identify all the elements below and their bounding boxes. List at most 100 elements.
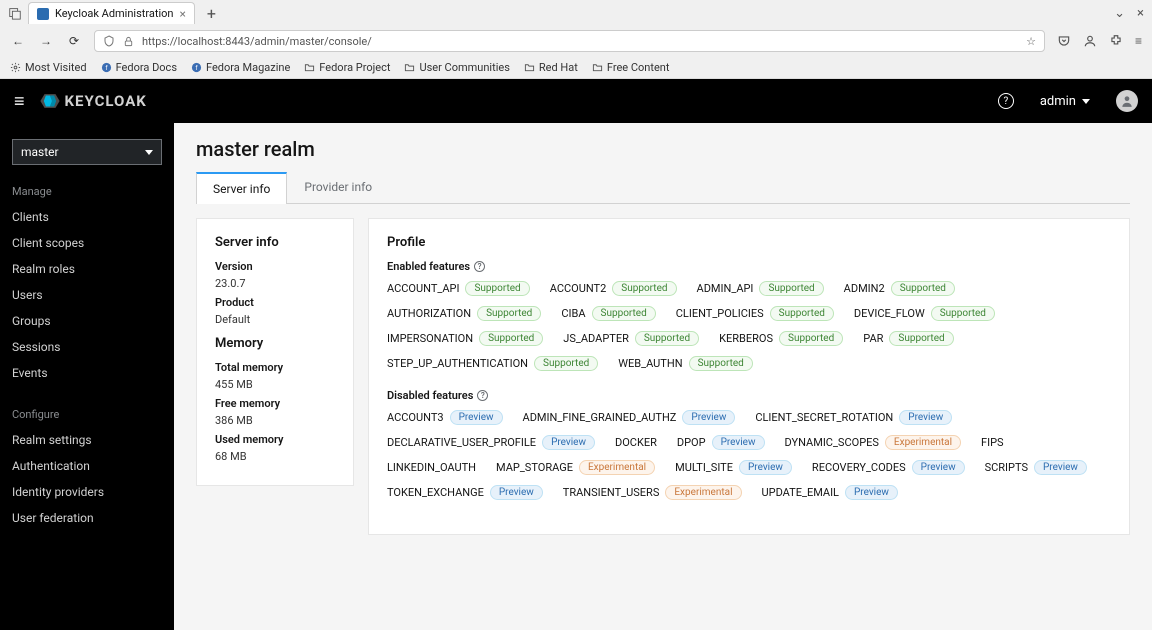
sidebar: master Manage ClientsClient scopesRealm … <box>0 123 174 630</box>
sidebar-toggle-button[interactable]: ≡ <box>14 91 25 112</box>
user-name: admin <box>1040 94 1076 109</box>
account-icon[interactable] <box>1083 34 1097 48</box>
feature-item: RECOVERY_CODESPreview <box>812 460 965 475</box>
brand-text: KEYCLOAK <box>65 92 147 110</box>
feature-item: DEVICE_FLOWSupported <box>854 306 995 321</box>
enabled-features-heading: Enabled features ? <box>387 260 1111 273</box>
free-memory-label: Free memory <box>215 397 335 410</box>
feature-name: CLIENT_SECRET_ROTATION <box>755 411 893 424</box>
bookmark-item[interactable]: Fedora Project <box>304 61 390 74</box>
feature-item: MAP_STORAGEExperimental <box>496 460 655 475</box>
feature-badge: Supported <box>465 281 529 296</box>
feature-badge: Supported <box>891 281 955 296</box>
main-content: master realm Server infoProvider info Se… <box>174 123 1152 630</box>
feature-name: FIPS <box>981 436 1004 449</box>
total-memory-label: Total memory <box>215 361 335 374</box>
sidebar-item-groups[interactable]: Groups <box>0 308 174 334</box>
sidebar-item-sessions[interactable]: Sessions <box>0 334 174 360</box>
bookmark-item[interactable]: User Communities <box>404 61 509 74</box>
bookmark-item[interactable]: fFedora Docs <box>101 61 177 74</box>
feature-item: PARSupported <box>863 331 953 346</box>
avatar[interactable] <box>1116 90 1138 112</box>
app-menu-icon[interactable]: ≡ <box>1135 34 1142 48</box>
help-button[interactable]: ? <box>998 93 1014 109</box>
feature-name: RECOVERY_CODES <box>812 461 906 474</box>
feature-badge: Supported <box>759 281 823 296</box>
chevron-down-icon <box>1082 99 1090 104</box>
bookmark-item[interactable]: Most Visited <box>10 61 87 74</box>
bookmark-item[interactable]: Red Hat <box>524 61 578 74</box>
tab-server-info[interactable]: Server info <box>196 172 287 204</box>
total-memory-value: 455 MB <box>215 378 335 391</box>
reload-button[interactable]: ⟳ <box>66 33 82 49</box>
feature-badge: Supported <box>770 306 834 321</box>
sidebar-item-events[interactable]: Events <box>0 360 174 386</box>
bookmark-item[interactable]: Free Content <box>592 61 670 74</box>
sidebar-heading-manage: Manage <box>0 179 174 204</box>
new-tab-button[interactable]: + <box>201 4 222 23</box>
feature-name: ADMIN_FINE_GRAINED_AUTHZ <box>523 411 677 424</box>
extensions-icon[interactable] <box>1109 34 1123 48</box>
feature-badge: Experimental <box>885 435 961 450</box>
sidebar-item-user-federation[interactable]: User federation <box>0 505 174 531</box>
browser-tab[interactable]: Keycloak Administration × <box>28 2 195 24</box>
tab-close-icon[interactable]: × <box>180 7 186 21</box>
tab-title: Keycloak Administration <box>55 7 174 20</box>
feature-badge: Preview <box>739 460 792 475</box>
sidebar-item-identity-providers[interactable]: Identity providers <box>0 479 174 505</box>
feature-item: DPOPPreview <box>677 435 765 450</box>
app-header: ≡ KEYCLOAK ? admin <box>0 79 1152 123</box>
user-menu[interactable]: admin <box>1040 94 1090 109</box>
feature-badge: Experimental <box>665 485 741 500</box>
brand-logo[interactable]: KEYCLOAK <box>39 90 147 112</box>
feature-item: SCRIPTSPreview <box>985 460 1087 475</box>
feature-badge: Preview <box>1034 460 1087 475</box>
sidebar-heading-configure: Configure <box>0 402 174 427</box>
window-close-icon[interactable]: × <box>1137 6 1144 21</box>
feature-name: TRANSIENT_USERS <box>563 486 660 499</box>
feature-badge: Supported <box>592 306 656 321</box>
tabs: Server infoProvider info <box>196 171 1130 204</box>
overflow-tabs-icon[interactable]: ⌄ <box>1114 6 1125 21</box>
feature-badge: Supported <box>635 331 699 346</box>
realm-selector[interactable]: master <box>12 139 162 165</box>
window-recent-icon[interactable] <box>8 6 22 20</box>
feature-item: UPDATE_EMAILPreview <box>762 485 898 500</box>
feature-item: DECLARATIVE_USER_PROFILEPreview <box>387 435 595 450</box>
feature-item: CLIENT_POLICIESSupported <box>676 306 834 321</box>
sidebar-item-authentication[interactable]: Authentication <box>0 453 174 479</box>
feature-badge: Preview <box>542 435 595 450</box>
sidebar-item-client-scopes[interactable]: Client scopes <box>0 230 174 256</box>
info-icon[interactable]: ? <box>474 261 485 272</box>
feature-name: DOCKER <box>615 436 657 449</box>
sidebar-item-realm-roles[interactable]: Realm roles <box>0 256 174 282</box>
url-bar[interactable]: https://localhost:8443/admin/master/cons… <box>94 30 1045 52</box>
feature-item: STEP_UP_AUTHENTICATION Supported <box>387 356 598 371</box>
feature-item: WEB_AUTHNSupported <box>618 356 753 371</box>
chevron-down-icon <box>145 150 153 155</box>
pocket-icon[interactable] <box>1057 34 1071 48</box>
sidebar-item-clients[interactable]: Clients <box>0 204 174 230</box>
feature-badge: Supported <box>534 356 598 371</box>
info-icon[interactable]: ? <box>477 390 488 401</box>
feature-item: DOCKER <box>615 435 657 450</box>
bookmark-item[interactable]: fFedora Magazine <box>191 61 290 74</box>
profile-heading: Profile <box>387 235 1111 250</box>
feature-item: ACCOUNT3Preview <box>387 410 503 425</box>
bookmark-star-icon[interactable]: ☆ <box>1026 35 1036 48</box>
feature-item: CIBASupported <box>561 306 655 321</box>
feature-item: ADMIN2Supported <box>844 281 955 296</box>
sidebar-item-realm-settings[interactable]: Realm settings <box>0 427 174 453</box>
used-memory-value: 68 MB <box>215 450 335 463</box>
feature-name: MULTI_SITE <box>675 461 733 474</box>
sidebar-item-users[interactable]: Users <box>0 282 174 308</box>
feature-name: IMPERSONATION <box>387 332 473 345</box>
feature-name: STEP_UP_AUTHENTICATION <box>387 357 528 370</box>
feature-item: ACCOUNT_APISupported <box>387 281 530 296</box>
forward-button[interactable]: → <box>38 33 54 49</box>
url-text: https://localhost:8443/admin/master/cons… <box>142 35 1018 48</box>
page-title: master realm <box>196 137 1130 161</box>
back-button[interactable]: ← <box>10 33 26 49</box>
feature-item: CLIENT_SECRET_ROTATIONPreview <box>755 410 952 425</box>
tab-provider-info[interactable]: Provider info <box>287 171 389 203</box>
